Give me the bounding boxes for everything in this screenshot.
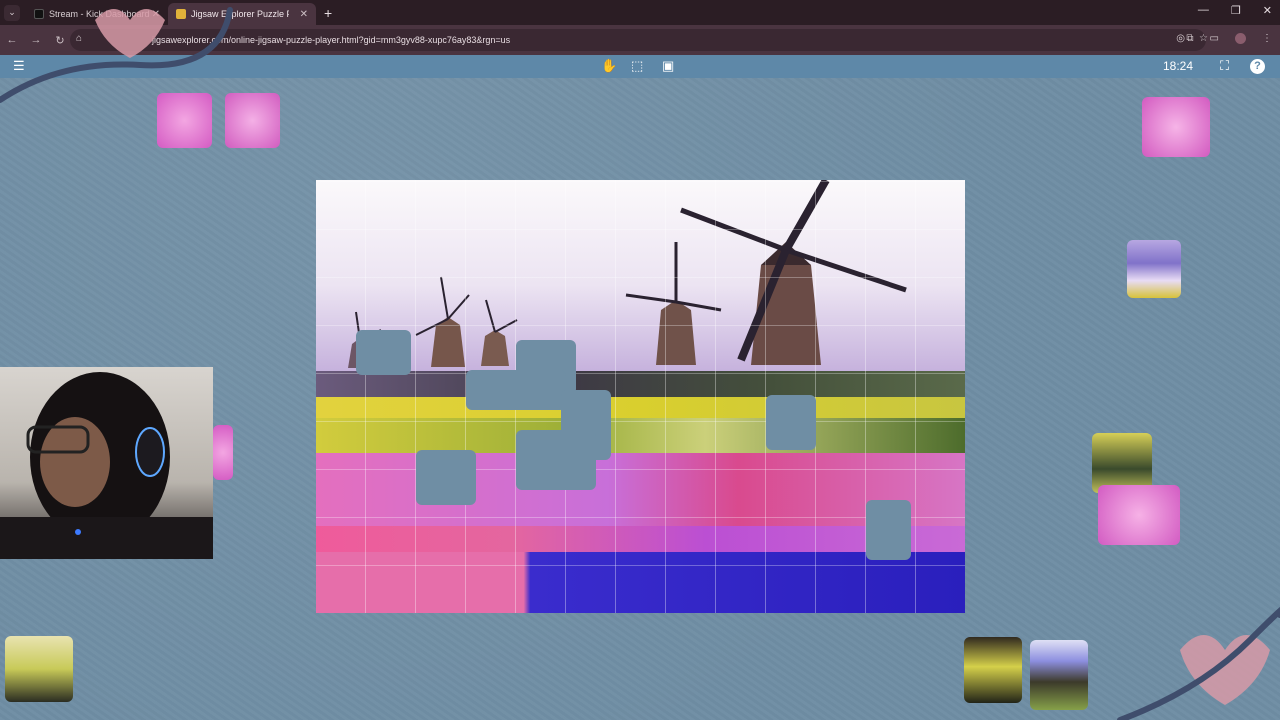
loose-puzzle-piece[interactable] [225, 93, 280, 148]
empty-slot[interactable] [866, 500, 911, 560]
tab-title: Stream - Kick Dashboard [49, 9, 149, 19]
tab-title: Jigsaw Explorer Puzzle Player [191, 9, 289, 19]
close-icon[interactable]: ✕ [300, 9, 308, 20]
back-icon[interactable]: ← [0, 34, 24, 46]
elapsed-timer: 18:24 [1163, 59, 1194, 73]
empty-slot[interactable] [516, 430, 596, 490]
kick-favicon-icon [34, 9, 44, 19]
minimize-icon[interactable]: — [1198, 4, 1209, 17]
address-bar[interactable]: jigsawexplorer.com/online-jigsaw-puzzle-… [70, 29, 1206, 51]
extensions-icon[interactable]: ⧉ [1186, 33, 1193, 44]
cast-icon[interactable]: ▭ [1210, 33, 1219, 44]
restore-icon[interactable]: ❐ [1231, 4, 1241, 17]
help-icon[interactable]: ? [1250, 59, 1265, 74]
loose-puzzle-piece[interactable] [964, 637, 1022, 703]
hand-icon[interactable]: ✋ [601, 58, 617, 74]
tab-kick-dashboard[interactable]: Stream - Kick Dashboard ✕ [26, 3, 168, 25]
close-icon[interactable]: ✕ [152, 9, 160, 20]
tab-jigsaw-explorer[interactable]: Jigsaw Explorer Puzzle Player ✕ [168, 3, 316, 25]
empty-slot[interactable] [466, 370, 566, 410]
jigsaw-favicon-icon [176, 9, 186, 19]
new-tab-button[interactable]: + [324, 5, 332, 21]
forward-icon[interactable]: → [24, 34, 48, 46]
menu-icon[interactable]: ☰ [13, 58, 25, 74]
kebab-menu-icon[interactable]: ⋮ [1262, 33, 1272, 44]
empty-slot[interactable] [766, 395, 816, 450]
empty-slot[interactable] [356, 330, 411, 375]
window-controls: — ❐ ✕ [1198, 4, 1272, 17]
profile-avatar[interactable] [1235, 33, 1246, 44]
puzzle-toolbar: ☰ ✋ ⬚ ▣ 18:24 ⛶ ? [0, 55, 1280, 78]
loose-puzzle-piece[interactable] [5, 636, 73, 702]
loose-puzzle-piece[interactable] [1092, 433, 1152, 493]
loose-puzzle-piece[interactable] [1142, 97, 1210, 157]
select-box-icon[interactable]: ⬚ [631, 58, 643, 74]
loose-puzzle-piece[interactable] [213, 425, 233, 480]
image-icon[interactable]: ▣ [662, 58, 674, 74]
loose-puzzle-piece[interactable] [1098, 485, 1180, 545]
fullscreen-icon[interactable]: ⛶ [1220, 58, 1229, 74]
loose-puzzle-piece[interactable] [157, 93, 212, 148]
browser-tab-strip: ⌄ Stream - Kick Dashboard ✕ Jigsaw Explo… [0, 0, 1280, 25]
empty-slot[interactable] [416, 450, 476, 505]
streamer-webcam [0, 367, 213, 559]
assembled-puzzle[interactable] [316, 180, 965, 613]
eye-off-icon[interactable]: ◎ [1176, 33, 1185, 44]
loose-puzzle-piece[interactable] [1127, 240, 1181, 298]
url-text: jigsawexplorer.com/online-jigsaw-puzzle-… [152, 35, 511, 45]
browser-toolbar: ← → ↻ jigsawexplorer.com/online-jigsaw-p… [0, 25, 1280, 55]
webcam-person [0, 372, 213, 559]
tab-search-icon[interactable]: ⌄ [4, 4, 20, 21]
reload-icon[interactable]: ↻ [48, 34, 72, 47]
close-window-icon[interactable]: ✕ [1263, 4, 1272, 17]
home-icon[interactable]: ⌂ [76, 33, 82, 44]
loose-puzzle-piece[interactable] [1030, 640, 1088, 710]
